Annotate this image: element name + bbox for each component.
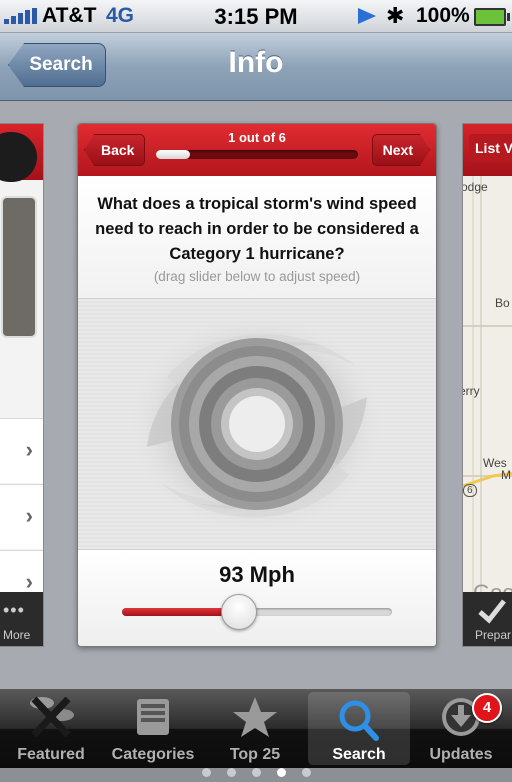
- quiz-next-button[interactable]: Next: [372, 134, 430, 166]
- quiz-progress-bar: [156, 150, 358, 159]
- tab-search[interactable]: Search: [308, 692, 410, 765]
- speed-panel: 93 Mph: [78, 549, 436, 646]
- quiz-progress-fill: [156, 150, 190, 159]
- status-bar: AT&T 4G 3:15 PM ✱ 100%: [0, 0, 512, 33]
- battery-icon: [474, 8, 510, 26]
- page-title: Info: [228, 46, 284, 79]
- chevron-right-icon: ›: [25, 503, 33, 528]
- list-view-button: List V: [469, 134, 512, 162]
- page-dot[interactable]: [226, 768, 236, 777]
- current-screenshot[interactable]: Back 1 out of 6 Next What does a tropica…: [77, 123, 437, 647]
- battery-percentage: 100%: [416, 4, 470, 27]
- next-screenshot-header: List V: [463, 124, 512, 176]
- tab-label: Top 25: [229, 746, 281, 763]
- tab-categories[interactable]: Categories: [102, 689, 204, 768]
- wind-speed-slider[interactable]: [122, 594, 392, 630]
- navigation-bar: Search Info: [0, 33, 512, 101]
- wind-speed-readout: 93 Mph: [219, 562, 295, 587]
- tab-label: Search: [332, 746, 386, 763]
- map-label: Bo: [495, 296, 510, 310]
- tab-label: Updates: [429, 746, 493, 763]
- page-dot[interactable]: [251, 768, 261, 777]
- more-label: More: [3, 628, 31, 642]
- map-route-shield: 6: [463, 484, 477, 497]
- quiz-header: Back 1 out of 6 Next: [78, 124, 436, 177]
- prepare-label: Prepar: [475, 628, 512, 642]
- slider-thumb[interactable]: [221, 594, 258, 630]
- next-screenshot[interactable]: List V odge Bo erry Wes M 6 Goo Prepar: [462, 123, 512, 647]
- previous-screenshot-footer: ••• More: [0, 592, 43, 646]
- screenshot-carousel[interactable]: › › › ••• More List V odge Bo erry Wes M…: [0, 101, 512, 777]
- tab-updates[interactable]: 4 Updates: [410, 689, 512, 768]
- bluetooth-icon: ✱: [386, 3, 405, 28]
- star-icon: [233, 697, 277, 737]
- previous-screenshot[interactable]: › › › ••• More: [0, 123, 44, 647]
- question-text: What does a tropical storm's wind speed …: [95, 195, 419, 263]
- tab-bar: Featured Categories Top 25 Search 4 Upda…: [0, 689, 512, 768]
- previous-screenshot-image: [1, 196, 37, 338]
- search-icon: [339, 700, 379, 741]
- location-arrow-icon: [358, 8, 376, 24]
- page-dot[interactable]: [276, 768, 286, 777]
- chevron-right-icon: ›: [25, 437, 33, 462]
- map-label: odge: [462, 180, 488, 194]
- question-panel: What does a tropical storm's wind speed …: [78, 176, 436, 299]
- tab-label: Categories: [111, 746, 195, 763]
- updates-badge: 4: [472, 693, 502, 723]
- tab-top-25[interactable]: Top 25: [204, 689, 306, 768]
- next-screenshot-footer: Prepar: [463, 592, 512, 646]
- list-item: ›: [0, 484, 43, 549]
- page-dot[interactable]: [301, 768, 311, 777]
- featured-icon: [30, 696, 74, 738]
- list-item: ›: [0, 418, 43, 483]
- tab-featured[interactable]: Featured: [0, 689, 102, 768]
- checkmark-icon: [478, 599, 506, 624]
- question-hint: (drag slider below to adjust speed): [153, 269, 361, 284]
- categories-icon: [137, 699, 169, 735]
- map-preview: odge Bo erry Wes M 6 Goo: [462, 176, 512, 605]
- map-label: erry: [463, 384, 480, 398]
- tab-label: Featured: [17, 746, 85, 763]
- hurricane-icon: [129, 312, 385, 536]
- storm-illustration-panel: [78, 299, 436, 549]
- more-dots-icon: •••: [3, 600, 25, 620]
- map-label: M: [501, 468, 511, 482]
- page-dot[interactable]: [201, 768, 211, 777]
